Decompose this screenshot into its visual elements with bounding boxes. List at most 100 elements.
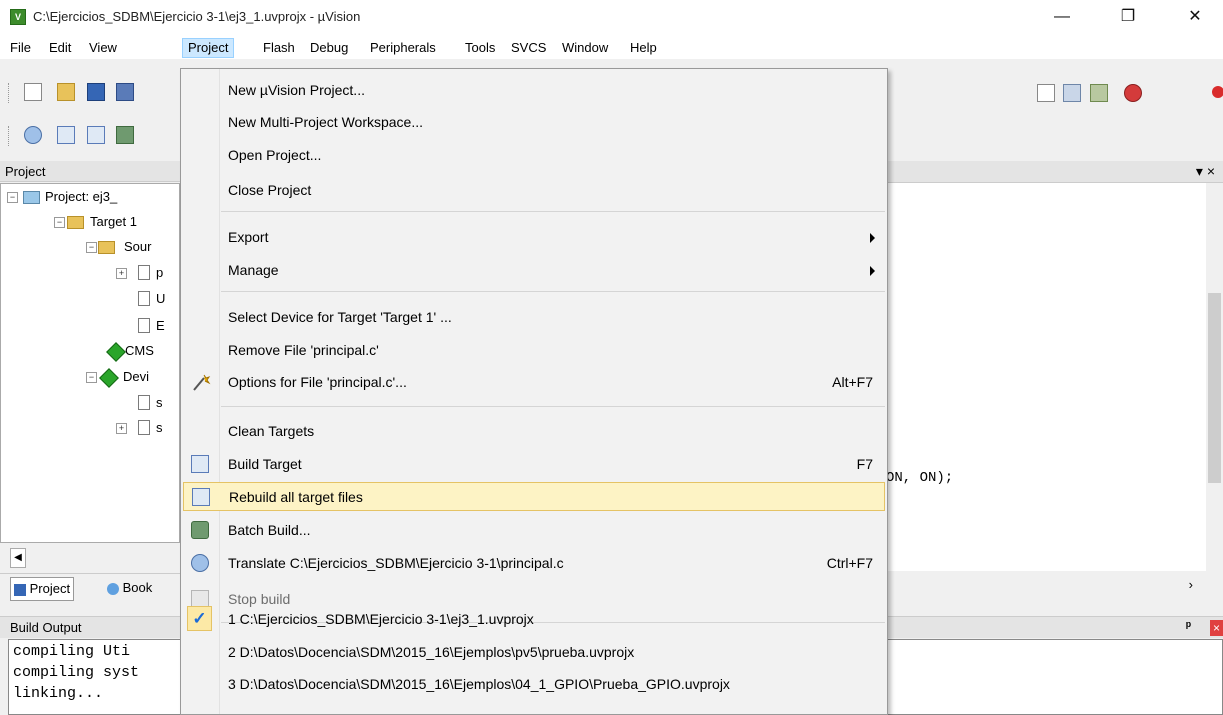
menu-item-recent-2[interactable]: 2 D:\Datos\Docencia\SDM\2015_16\Ejemplos… (183, 638, 885, 667)
batch-build-icon (191, 521, 209, 539)
tree-label: U (156, 291, 166, 306)
collapse-icon[interactable]: − (7, 192, 18, 203)
editor-tab-bar: ▾ × (886, 161, 1223, 183)
menu-item-new-workspace[interactable]: New Multi-Project Workspace... (183, 108, 885, 137)
expand-icon[interactable]: + (116, 268, 127, 279)
translate-toolbar-icon[interactable] (24, 126, 42, 144)
menu-item-open-project[interactable]: Open Project... (183, 141, 885, 170)
tree-item-file[interactable]: s (1, 393, 179, 413)
menu-svcs[interactable]: SVCS (506, 38, 551, 58)
target-icon (67, 216, 84, 229)
open-file-icon[interactable] (57, 83, 75, 101)
file-icon (138, 318, 150, 333)
tree-item-file[interactable]: + s (1, 418, 179, 438)
menu-flash[interactable]: Flash (258, 38, 300, 58)
configure-icon[interactable] (1090, 84, 1108, 102)
tree-item-file[interactable]: E (1, 316, 179, 336)
menu-item-recent-3[interactable]: 3 D:\Datos\Docencia\SDM\2015_16\Ejemplos… (183, 670, 885, 699)
tree-item-file[interactable]: + p (1, 263, 179, 283)
scroll-right-arrow[interactable]: › (1189, 577, 1193, 592)
menu-edit[interactable]: Edit (44, 38, 76, 58)
menu-item-select-device[interactable]: Select Device for Target 'Target 1' ... (183, 303, 885, 332)
folder-icon (98, 241, 115, 254)
scrollbar-thumb[interactable] (1208, 293, 1221, 483)
menu-item-recent-1[interactable]: ✓ 1 C:\Ejercicios_SDBM\Ejercicio 3-1\ej3… (183, 605, 885, 634)
find-in-files-icon[interactable] (1063, 84, 1081, 102)
menu-separator (221, 211, 885, 212)
menu-label: Manage (228, 262, 279, 278)
menu-item-close-project[interactable]: Close Project (183, 176, 885, 205)
tree-item-source-group[interactable]: − Sour (1, 237, 179, 257)
tree-item-device[interactable]: − Devi (1, 367, 179, 388)
collapse-icon[interactable]: − (54, 217, 65, 228)
toolbar-grip-2[interactable] (8, 126, 12, 146)
build-output-label: Build Output (10, 620, 82, 635)
menu-file[interactable]: File (5, 38, 36, 58)
menu-separator (221, 291, 885, 292)
uvision-app-icon: V (10, 9, 26, 25)
expand-icon[interactable]: + (116, 423, 127, 434)
close-panel-icon[interactable]: × (1210, 620, 1223, 636)
panel-controls[interactable]: ▾ × (1196, 163, 1215, 180)
save-icon[interactable] (87, 83, 105, 101)
rebuild-toolbar-icon[interactable] (87, 126, 105, 144)
menu-view[interactable]: View (84, 38, 122, 58)
menu-debug[interactable]: Debug (305, 38, 353, 58)
tree-item-cmsis[interactable]: CMS (1, 341, 179, 362)
menu-label: New Multi-Project Workspace... (228, 114, 424, 130)
menu-shortcut: Ctrl+F7 (826, 555, 873, 571)
menu-item-clean-targets[interactable]: Clean Targets (183, 417, 885, 446)
menu-peripherals[interactable]: Peripherals (365, 38, 441, 58)
menu-item-options-for-file[interactable]: Options for File 'principal.c'... Alt+F7 (183, 368, 885, 397)
rebuild-icon (192, 488, 210, 506)
breakpoint-icon[interactable] (1212, 86, 1223, 98)
pin-icon[interactable]: ᵖ (1186, 618, 1191, 633)
tree-item-file[interactable]: U (1, 289, 179, 309)
menu-item-remove-file[interactable]: Remove File 'principal.c' (183, 336, 885, 365)
minimize-button[interactable]: — (1039, 0, 1085, 34)
build-toolbar-icon[interactable] (57, 126, 75, 144)
tab-books[interactable]: Book (104, 577, 155, 599)
menu-item-new-project[interactable]: New µVision Project... (183, 76, 885, 105)
menu-item-rebuild-all[interactable]: Rebuild all target files (183, 482, 885, 511)
menu-item-manage[interactable]: Manage (183, 256, 885, 285)
dropdown-toggle-icon[interactable] (1037, 84, 1055, 102)
menu-shortcut: F7 (856, 456, 873, 472)
project-panel-tabs: Project Book (0, 573, 180, 601)
debug-session-icon[interactable] (1124, 84, 1142, 102)
toolbar-grip[interactable] (8, 83, 12, 103)
maximize-button[interactable]: ❐ (1105, 0, 1151, 34)
tab-project[interactable]: Project (10, 577, 75, 601)
menu-window[interactable]: Window (557, 38, 613, 58)
menu-label: Options for File 'principal.c'... (228, 374, 407, 390)
menu-item-export[interactable]: Export (183, 223, 885, 252)
tree-item-project[interactable]: − Project: ej3_ (1, 187, 179, 207)
component-icon (99, 368, 119, 388)
menu-help[interactable]: Help (625, 38, 662, 58)
scroll-left-arrow[interactable]: ◀ (10, 548, 26, 568)
editor-horizontal-scrollbar[interactable]: › (886, 573, 1223, 599)
collapse-icon[interactable]: − (86, 372, 97, 383)
menu-label: 3 D:\Datos\Docencia\SDM\2015_16\Ejemplos… (228, 676, 730, 692)
close-button[interactable]: ✕ (1172, 0, 1218, 34)
submenu-arrow-icon (870, 233, 875, 243)
editor-vertical-scrollbar[interactable] (1206, 183, 1223, 571)
collapse-icon[interactable]: − (86, 242, 97, 253)
file-icon (138, 420, 150, 435)
menu-label: Open Project... (228, 147, 322, 163)
batch-build-toolbar-icon[interactable] (116, 126, 134, 144)
translate-icon (191, 554, 209, 572)
new-file-icon[interactable] (24, 83, 42, 101)
tree-label: Target 1 (90, 214, 137, 229)
project-tree[interactable]: − Project: ej3_ − Target 1 − Sour + p U … (0, 183, 180, 543)
menu-item-build-target[interactable]: Build Target F7 (183, 450, 885, 479)
menu-tools[interactable]: Tools (460, 38, 500, 58)
save-all-icon[interactable] (116, 83, 134, 101)
menu-project[interactable]: Project (182, 38, 235, 58)
code-editor[interactable] (886, 183, 1206, 571)
tree-item-target[interactable]: − Target 1 (1, 212, 179, 232)
file-icon (138, 395, 150, 410)
menu-item-batch-build[interactable]: Batch Build... (183, 516, 885, 545)
menu-item-translate[interactable]: Translate C:\Ejercicios_SDBM\Ejercicio 3… (183, 549, 885, 578)
build-icon (191, 455, 209, 473)
